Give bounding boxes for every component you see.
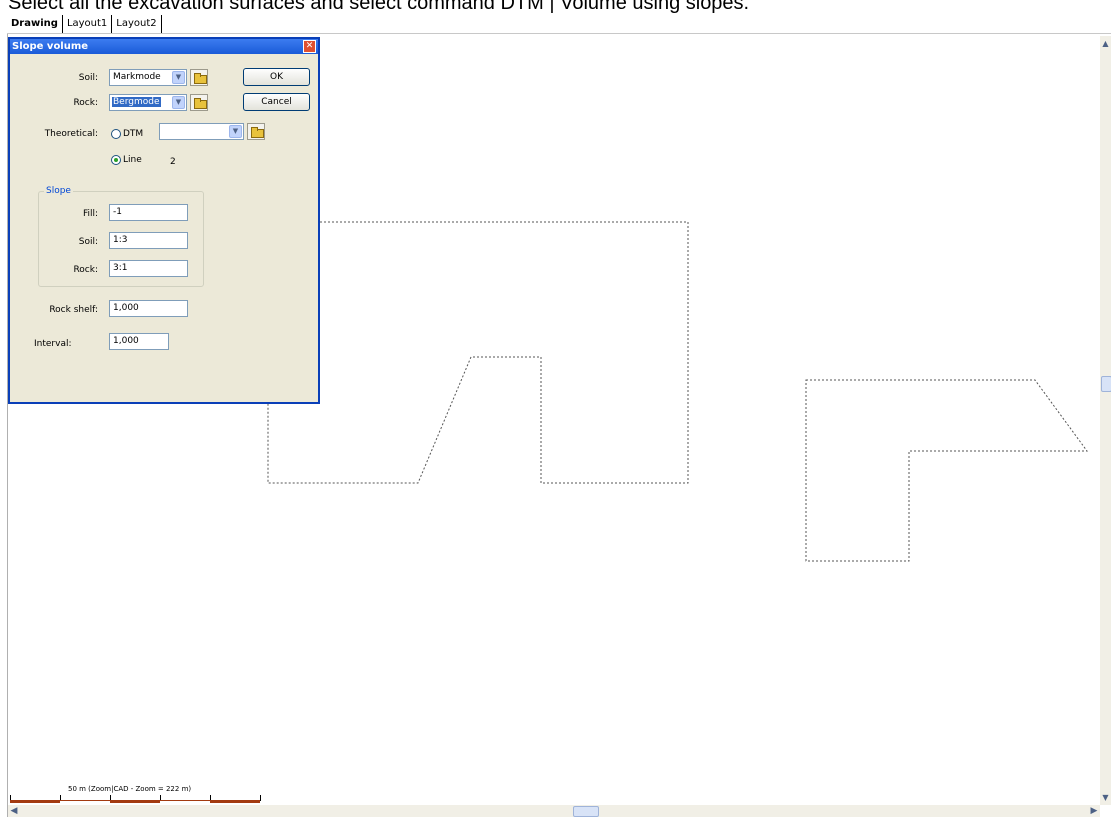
- rock-shelf-field[interactable]: 1,000: [109, 300, 188, 317]
- rock-label: Rock:: [73, 98, 98, 108]
- scale-segment: [10, 800, 60, 803]
- fill-label: Fill:: [82, 209, 98, 219]
- dtm-select[interactable]: ▼: [159, 123, 244, 140]
- slope-soil-field[interactable]: 1:3: [109, 232, 188, 249]
- horizontal-scrollbar[interactable]: ◀ ▶: [8, 805, 1100, 817]
- scale-segment: [210, 800, 260, 803]
- scroll-down-icon[interactable]: ▼: [1100, 792, 1111, 803]
- slope-soil-label: Soil:: [78, 237, 98, 247]
- scroll-left-icon[interactable]: ◀: [8, 805, 20, 817]
- slope-volume-dialog: Slope volume ✕ Soil: Markmode ▼ Rock: Be…: [8, 37, 320, 404]
- scroll-right-icon[interactable]: ▶: [1088, 805, 1100, 817]
- slope-group-title: Slope: [44, 186, 73, 196]
- rock-select[interactable]: Bergmode ▼: [109, 94, 187, 111]
- soil-select-value: Markmode: [113, 72, 161, 82]
- dtm-folder-icon[interactable]: [247, 123, 265, 140]
- chevron-down-icon[interactable]: ▼: [172, 71, 185, 84]
- chevron-down-icon[interactable]: ▼: [229, 125, 242, 138]
- scale-segment: [110, 800, 160, 803]
- scale-bar-label: 50 m (Zoom|CAD - Zoom = 222 m): [68, 785, 192, 793]
- chevron-down-icon[interactable]: ▼: [172, 96, 185, 109]
- line-radio[interactable]: [111, 155, 121, 165]
- interval-field[interactable]: 1,000: [109, 333, 169, 350]
- slope-rock-label: Rock:: [73, 265, 98, 275]
- line-option-label: Line: [123, 155, 142, 165]
- rock-select-value: Bergmode: [112, 97, 161, 107]
- excavation-surface-2[interactable]: [805, 379, 1088, 562]
- rock-folder-icon[interactable]: [190, 94, 208, 111]
- scale-segment: [160, 800, 210, 804]
- theoretical-label: Theoretical:: [44, 129, 98, 139]
- dtm-radio[interactable]: [111, 129, 121, 139]
- fill-field[interactable]: -1: [109, 204, 188, 221]
- rock-shelf-label: Rock shelf:: [49, 305, 98, 315]
- ok-button[interactable]: OK: [243, 68, 310, 86]
- scale-tick: [260, 795, 261, 801]
- soil-select[interactable]: Markmode ▼: [109, 69, 187, 86]
- dialog-title: Slope volume: [10, 39, 318, 54]
- interval-label: Interval:: [34, 339, 72, 349]
- vertical-scroll-thumb[interactable]: [1101, 376, 1111, 392]
- scale-segment: [60, 800, 110, 804]
- soil-label: Soil:: [78, 73, 98, 83]
- dtm-option-label: DTM: [123, 129, 144, 139]
- vertical-scrollbar[interactable]: ▲ ▼: [1100, 36, 1111, 805]
- scroll-up-icon[interactable]: ▲: [1100, 38, 1111, 49]
- slope-rock-field[interactable]: 3:1: [109, 260, 188, 277]
- scale-bar: 50 m (Zoom|CAD - Zoom = 222 m): [10, 783, 262, 804]
- horizontal-scroll-thumb[interactable]: [573, 806, 599, 817]
- close-icon[interactable]: ✕: [303, 40, 316, 53]
- cancel-button[interactable]: Cancel: [243, 93, 310, 111]
- line-value: 2: [170, 157, 176, 167]
- soil-folder-icon[interactable]: [190, 69, 208, 86]
- excavation-surface-1[interactable]: [267, 221, 689, 484]
